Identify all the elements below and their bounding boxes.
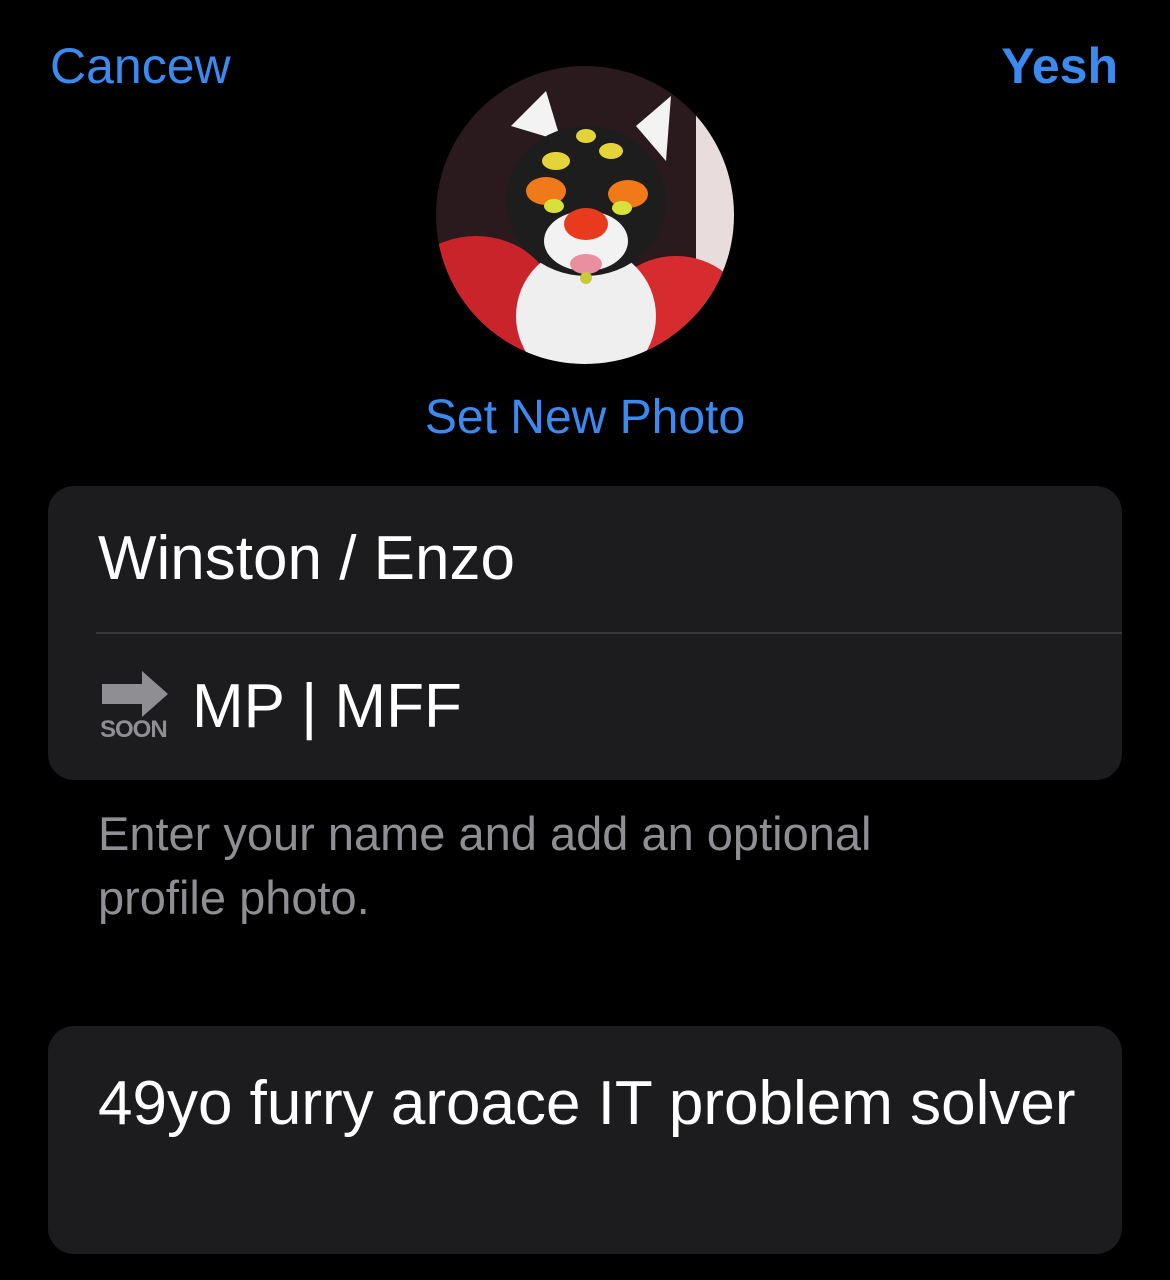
set-new-photo-button[interactable]: Set New Photo bbox=[0, 388, 1170, 448]
first-name-row[interactable]: Winston / Enzo bbox=[48, 486, 1122, 632]
done-button[interactable]: Yesh bbox=[1001, 36, 1118, 96]
name-hint-text: Enter your name and add an optional prof… bbox=[98, 807, 872, 924]
profile-photo-icon bbox=[436, 66, 734, 364]
last-name-row[interactable]: SOON MP | MFF bbox=[48, 634, 1122, 780]
last-name-field[interactable]: MP | MFF bbox=[192, 670, 462, 744]
first-name-field[interactable]: Winston / Enzo bbox=[98, 522, 515, 596]
soon-label: SOON bbox=[100, 716, 168, 743]
bio-card: 49yo furry aroace IT problem solver bbox=[48, 1026, 1122, 1254]
name-fields-card: Winston / Enzo SOON MP | MFF bbox=[48, 486, 1122, 780]
cancel-button[interactable]: Cancew bbox=[50, 36, 231, 96]
bio-field[interactable]: 49yo furry aroace IT problem solver bbox=[98, 1060, 1078, 1148]
soon-arrow-icon: SOON bbox=[100, 671, 172, 743]
avatar[interactable] bbox=[436, 66, 734, 364]
